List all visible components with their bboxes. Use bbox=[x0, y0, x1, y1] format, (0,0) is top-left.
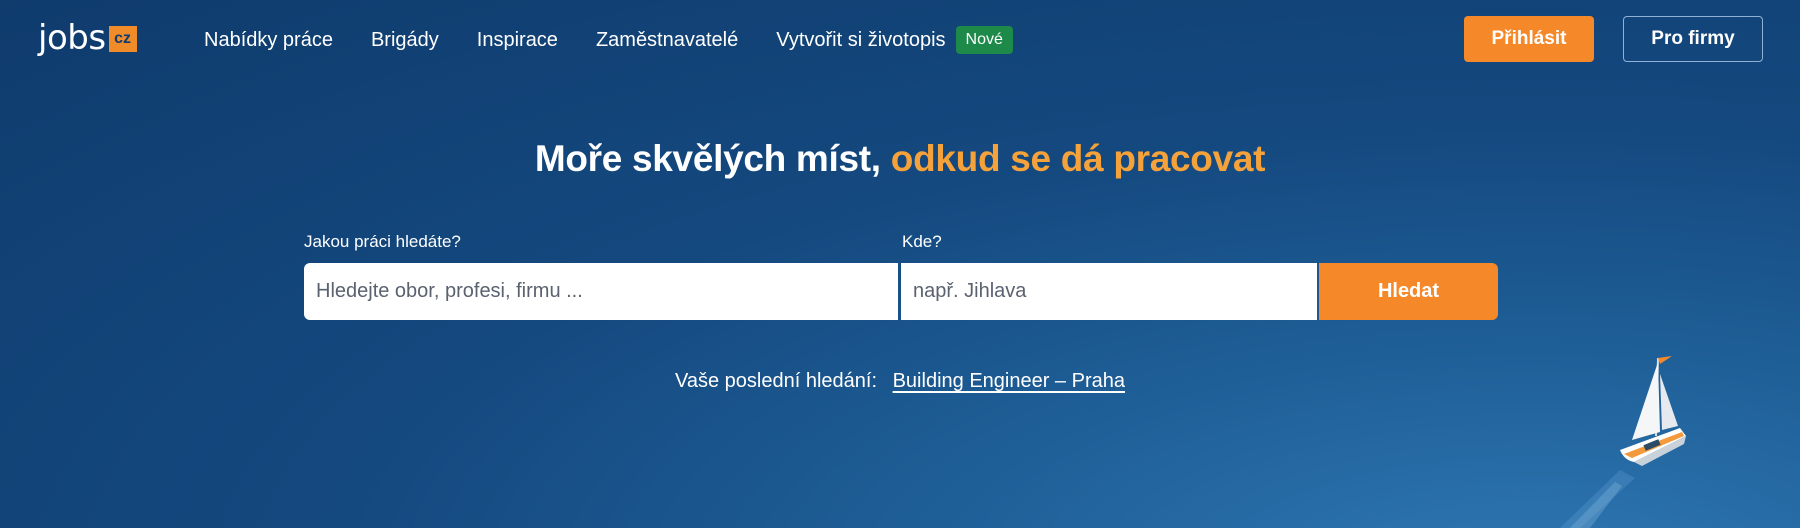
job-search-label: Jakou práci hledáte? bbox=[304, 232, 461, 251]
location-input[interactable] bbox=[901, 263, 1317, 320]
nav-item-inspiration[interactable]: Inspirace bbox=[477, 24, 558, 56]
login-button[interactable]: Přihlásit bbox=[1464, 16, 1594, 62]
location-label: Kde? bbox=[902, 232, 942, 251]
hero-title: Moře skvělých míst, odkud se dá pracovat bbox=[0, 138, 1800, 180]
recent-search-link[interactable]: Building Engineer – Praha bbox=[893, 370, 1125, 392]
logo-text: jobs bbox=[38, 18, 106, 58]
sailboat-icon bbox=[1560, 356, 1686, 528]
nav-item-employers[interactable]: Zaměstnavatelé bbox=[596, 24, 738, 56]
main-nav: Nabídky práce Brigády Inspirace Zaměstna… bbox=[204, 24, 1013, 56]
new-badge: Nové bbox=[955, 26, 1013, 54]
search-button[interactable]: Hledat bbox=[1319, 263, 1498, 320]
hero-title-accent: odkud se dá pracovat bbox=[890, 138, 1266, 179]
recent-search-label: Vaše poslední hledání: bbox=[675, 370, 878, 392]
logo-cz-badge: cz bbox=[108, 26, 137, 52]
hero-title-main: Moře skvělých míst, bbox=[534, 138, 881, 179]
nav-item-create-cv[interactable]: Vytvořit si životopis bbox=[776, 24, 945, 56]
for-companies-button[interactable]: Pro firmy bbox=[1623, 16, 1763, 62]
nav-item-part-time-jobs[interactable]: Brigády bbox=[371, 24, 439, 56]
top-navigation-bar: jobs cz Nabídky práce Brigády Inspirace … bbox=[0, 0, 1800, 80]
nav-item-job-offers[interactable]: Nabídky práce bbox=[204, 24, 333, 56]
jobs-logo[interactable]: jobs cz bbox=[38, 20, 137, 56]
job-search-input[interactable] bbox=[304, 263, 898, 320]
recent-search: Vaše poslední hledání: Building Engineer… bbox=[0, 370, 1800, 393]
